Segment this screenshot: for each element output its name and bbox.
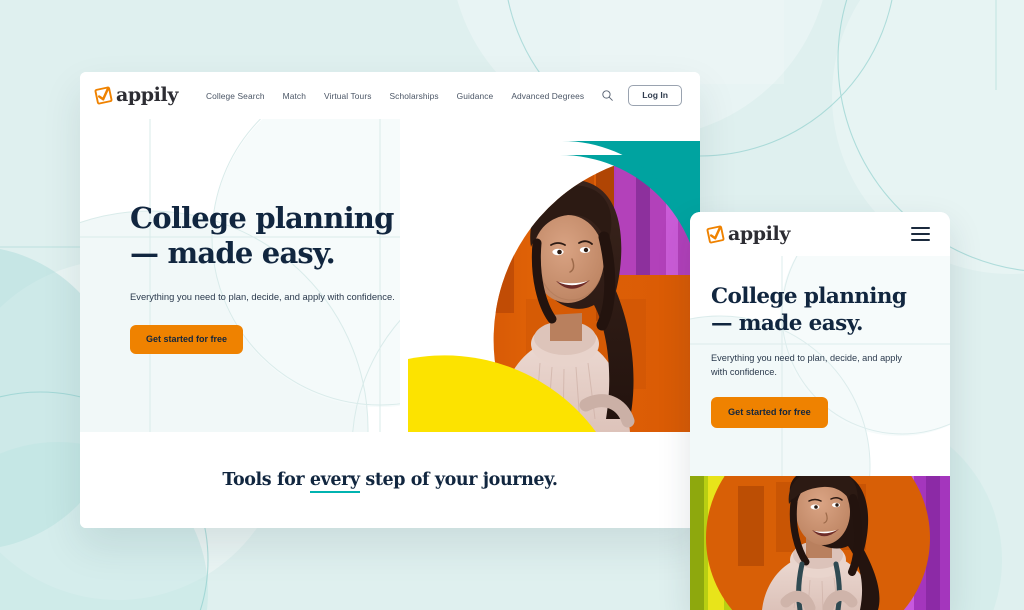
mobile-hero-copy: College planning — made easy. Everything… xyxy=(711,284,931,429)
tools-emphasis: every xyxy=(309,470,360,493)
mobile-logo[interactable]: appily xyxy=(706,222,790,245)
mobile-subheadline: Everything you need to plan, decide, and… xyxy=(711,353,903,377)
desktop-hero-copy: College planning — made easy. Everything… xyxy=(130,201,510,354)
nav-link-advanced-degrees[interactable]: Advanced Degrees xyxy=(511,91,584,101)
desktop-headline: College planning — made easy. xyxy=(130,201,394,271)
tools-tagline: Tools for every step of your journey. xyxy=(222,470,558,493)
desktop-navbar: appily College Search Match Virtual Tour… xyxy=(80,72,700,119)
desktop-nav-links: College Search Match Virtual Tours Schol… xyxy=(206,91,584,101)
mobile-headline: College planning — made easy. xyxy=(711,284,907,336)
desktop-hero-section: College planning — made easy. Everything… xyxy=(80,119,700,432)
desktop-tools-band: Tools for every step of your journey. xyxy=(80,432,700,528)
login-button[interactable]: Log In xyxy=(628,85,682,106)
desktop-subheadline: Everything you need to plan, decide, and… xyxy=(130,290,395,302)
desktop-nav-actions: Log In xyxy=(601,85,682,106)
nav-link-virtual-tours[interactable]: Virtual Tours xyxy=(324,91,372,101)
mobile-phone-mockup: appily College planning — made easy. Eve… xyxy=(690,212,950,610)
desktop-browser-mockup: appily College Search Match Virtual Tour… xyxy=(80,72,700,528)
nav-link-match[interactable]: Match xyxy=(283,91,306,101)
desktop-logo[interactable]: appily xyxy=(94,86,178,105)
page-canvas: appily College Search Match Virtual Tour… xyxy=(0,0,1024,610)
desktop-logo-wordmark: appily xyxy=(116,84,178,106)
nav-link-scholarships[interactable]: Scholarships xyxy=(390,91,439,101)
checkmark-square-icon xyxy=(94,86,113,105)
nav-link-college-search[interactable]: College Search xyxy=(206,91,265,101)
tools-prefix: Tools for xyxy=(222,470,310,490)
checkmark-square-icon xyxy=(706,225,725,244)
mobile-navbar: appily xyxy=(690,212,950,256)
search-icon[interactable] xyxy=(601,89,614,102)
hamburger-menu-icon[interactable] xyxy=(911,224,930,245)
mobile-hero-photo xyxy=(690,476,950,610)
get-started-button[interactable]: Get started for free xyxy=(130,324,244,354)
mobile-get-started-button[interactable]: Get started for free xyxy=(711,397,828,429)
nav-link-guidance[interactable]: Guidance xyxy=(457,91,494,101)
tools-suffix: step of your journey. xyxy=(359,470,558,490)
mobile-hero-section: College planning — made easy. Everything… xyxy=(690,256,950,476)
mobile-logo-wordmark: appily xyxy=(728,222,790,245)
